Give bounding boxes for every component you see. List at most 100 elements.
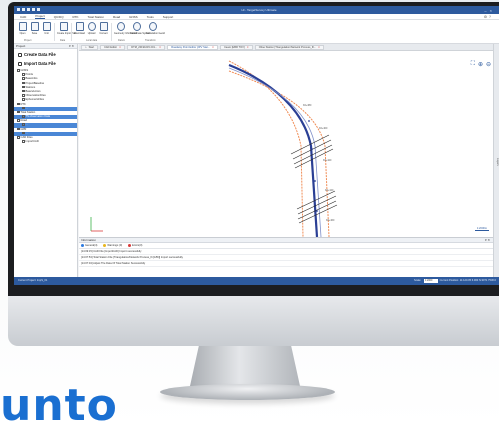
axis-indicator	[90, 217, 103, 232]
close-icon[interactable]: ×	[490, 8, 495, 13]
tree-item-label: Road	[20, 119, 27, 123]
menu-item-tools[interactable]: Tools	[147, 15, 154, 19]
project-panel: Project ▾ ✕ Create Data File Import Data …	[14, 44, 78, 277]
menu-item-rtk[interactable]: RTK	[73, 15, 79, 19]
download-button[interactable]: Download	[74, 22, 85, 35]
menu-item-qc[interactable]: QC/DQ	[54, 15, 64, 19]
road-centerline-offset	[228, 67, 322, 238]
station-label: K0+380	[303, 104, 312, 107]
quick-redo-icon[interactable]	[37, 8, 40, 11]
calculation-geoid-button[interactable]: Calculation Geoid	[146, 22, 165, 35]
window-controls[interactable]: –×	[484, 8, 495, 13]
expand-icon	[17, 136, 20, 139]
project-panel-header: Project ▾ ✕	[14, 44, 77, 49]
scale-bar: 1:2000m	[474, 227, 489, 231]
save-button[interactable]: Save	[29, 22, 40, 35]
filter-warnings[interactable]: Warnings (0)	[103, 244, 122, 247]
menu-item-road[interactable]: Road	[113, 15, 120, 19]
zoom-extent-icon[interactable]: ⛶	[471, 61, 475, 68]
menu-right-icons: ⚙?	[484, 15, 493, 19]
node-icon	[22, 115, 25, 118]
tab-ceam[interactable]: Ceam [HBR TOV] ✕	[220, 44, 253, 50]
tab-cad-editor[interactable]: CAD Editor ✕	[100, 44, 126, 50]
unit-button[interactable]: Unit	[41, 22, 52, 35]
layers-side-tab[interactable]: Layers	[493, 44, 499, 277]
road-drawing[interactable]: K0+380 K0+400 K0+420 K0+440 K0+460	[79, 51, 499, 238]
filter-general[interactable]: General(4)	[81, 244, 97, 247]
ribbon: Open Save Unit Create Import Set Downloa…	[14, 20, 499, 44]
upload-icon	[87, 22, 96, 31]
quick-access-toolbar[interactable]	[17, 8, 40, 11]
title-bar: HI - TargetSurvey Ultimate –×	[14, 6, 499, 14]
close-tab-icon[interactable]: ✕	[159, 45, 161, 50]
close-tab-icon[interactable]: ✕	[119, 45, 121, 50]
create-data-file-button[interactable]: Create Data File	[14, 49, 77, 58]
information-panel: Information ▾ ✕ General(4) Warnings (0) E…	[79, 237, 493, 277]
upload-button[interactable]: Upload	[86, 22, 97, 35]
ribbon-separator	[54, 23, 55, 41]
help-icon[interactable]: ?	[489, 15, 493, 19]
tree-item-label: CAD Files	[20, 136, 33, 139]
map-canvas[interactable]: K0+380 K0+400 K0+420 K0+440 K0+460 ⛶ ⊕ ⊖…	[79, 51, 499, 238]
unit-icon	[42, 22, 51, 31]
expand-icon	[17, 127, 20, 131]
tree-item-label: ...	[25, 131, 28, 135]
zoom-in-icon[interactable]: ⊕	[478, 61, 483, 68]
convert-button[interactable]: Convert	[98, 22, 109, 35]
station-label: K0+420	[323, 159, 332, 162]
tree-item-label: BaseVectors	[25, 89, 41, 93]
scale-input[interactable]: 1:2000	[424, 279, 438, 283]
quick-save-icon[interactable]	[27, 8, 30, 11]
close-tab-icon[interactable]: ✕	[318, 45, 320, 50]
quick-undo-icon[interactable]	[32, 8, 35, 11]
quick-open-icon[interactable]	[22, 8, 25, 11]
menu-item-support[interactable]: Support	[163, 15, 174, 19]
node-icon	[22, 106, 25, 110]
import-set-icon	[59, 22, 68, 31]
window-title: HI - TargetSurvey Ultimate	[241, 8, 277, 12]
pin-icon[interactable]: ▾ ✕	[485, 238, 490, 243]
coordinate-system-button[interactable]: Coordinate System	[130, 22, 150, 35]
station-point	[311, 148, 313, 150]
tab-dtm[interactable]: DTM_20191015 201... ✕	[127, 44, 166, 50]
tree-item-label: GPR	[20, 127, 27, 131]
brand-text: unto	[0, 380, 118, 426]
monitor-stand-base	[160, 384, 335, 400]
expand-icon	[17, 69, 20, 72]
tree-item-label: ProjectBaseline	[25, 81, 45, 85]
filter-errors[interactable]: Errors(0)	[128, 244, 142, 247]
import-file-icon	[18, 61, 22, 66]
create-import-set-button[interactable]: Create Import Set	[57, 22, 76, 35]
close-tab-icon[interactable]: ✕	[247, 45, 249, 50]
node-icon	[22, 131, 25, 135]
menu-item-gnss[interactable]: GNSS	[129, 15, 138, 19]
tab-roadway-point-editor[interactable]: Roadway Point Editor [JPV Stat... ✕	[167, 44, 219, 50]
save-icon	[30, 22, 39, 31]
tree-item-label: ...	[25, 106, 28, 110]
folder-open-icon	[18, 22, 27, 31]
menu-item-total-station[interactable]: Total Station	[87, 15, 104, 19]
expand-icon	[17, 119, 20, 122]
zoom-out-icon[interactable]: ⊖	[486, 61, 491, 68]
quick-new-icon[interactable]	[17, 8, 20, 11]
product-showcase: unto HI - TargetSurvey Ultimate –× CAD P…	[0, 0, 499, 426]
close-tab-icon[interactable]: ✕	[212, 45, 214, 50]
import-data-file-button[interactable]: Import Data File	[14, 58, 77, 67]
warning-icon	[103, 244, 107, 247]
ribbon-group-label: Transform	[145, 39, 156, 42]
geometry-information-button[interactable]: Geometry Information	[114, 22, 137, 35]
tab-start[interactable]: ⌂ Start	[81, 44, 99, 50]
tab-obse-station[interactable]: Obse Station [Triangulation/Network Proc…	[254, 44, 325, 50]
station-label: K0+400	[319, 127, 328, 130]
menu-item-cad[interactable]: CAD	[20, 15, 26, 19]
tree-item-label: TS observation Data	[25, 115, 51, 119]
expand-icon	[17, 110, 20, 114]
pin-icon[interactable]: ▾ ✕	[69, 44, 74, 49]
node-icon	[22, 94, 25, 97]
menu-item-project[interactable]: Project	[35, 14, 45, 19]
open-button[interactable]: Open	[17, 22, 28, 35]
tree-item[interactable]: ImportCAD	[14, 140, 77, 144]
station-label: K0+460	[326, 219, 335, 222]
node-icon	[22, 123, 25, 126]
convert-icon	[99, 22, 108, 31]
